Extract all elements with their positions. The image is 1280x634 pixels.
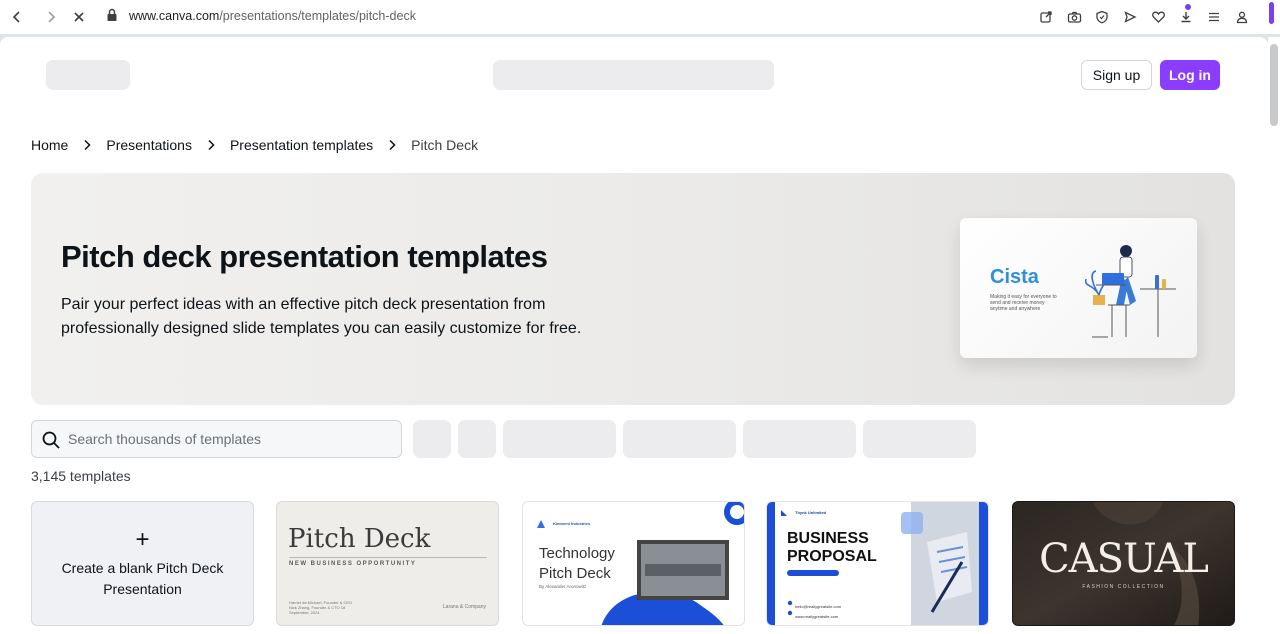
search-icon [41,430,61,455]
browser-toolbar: www.canva.com/presentations/templates/pi… [0,0,1280,34]
preview-brand: Cista [990,266,1039,288]
chevron-right-icon [373,139,411,151]
breadcrumb: Home Presentations Presentation template… [31,137,478,153]
stop-loading-icon[interactable] [69,7,89,27]
hero-banner: Pitch deck presentation templates Pair y… [31,173,1235,405]
breadcrumb-presentations[interactable]: Presentations [106,137,192,153]
sidebar-toggle[interactable] [1269,2,1274,24]
preview-tagline: Making it easy for everyone to send and … [990,294,1057,312]
scrollbar-thumb[interactable] [1270,44,1278,126]
send-icon[interactable] [1120,7,1140,27]
template-subtitle: FASHION COLLECTION [1082,584,1165,590]
page-title: Pitch deck presentation templates [61,239,548,274]
notification-dot-icon [1185,4,1191,10]
template-search-bar[interactable] [31,420,402,458]
profile-icon[interactable] [1232,7,1252,27]
template-pill [787,570,839,576]
template-title: Pitch Deck [288,524,431,554]
login-button[interactable]: Log in [1160,60,1220,90]
breadcrumb-presentation-templates[interactable]: Presentation templates [230,137,373,153]
hero-preview-slide: Cista Making it easy for everyone to sen… [960,218,1197,358]
filter-placeholder [623,420,736,458]
template-details: Harriet da Michael, Founder & CEO Nick Z… [289,600,353,615]
menu-icon[interactable] [1204,7,1224,27]
download-icon[interactable] [1176,7,1196,27]
template-contact: hello@reallygreatsite.com www.reallygreat… [795,604,842,619]
filter-placeholder [458,420,496,458]
template-company: Kimmeni Industries [553,521,591,526]
template-title: Technology Pitch Deck [539,545,615,582]
url-host: www.canva.com [129,9,220,23]
lock-icon[interactable] [106,8,118,27]
heart-icon[interactable] [1148,7,1168,27]
camera-icon[interactable] [1064,7,1084,27]
top-search-placeholder [493,60,774,90]
chevron-right-icon [192,139,230,151]
template-logo: Larana & Company [442,604,486,610]
template-card[interactable]: Pitch Deck NEW BUSINESS OPPORTUNITY Harr… [276,501,499,626]
template-company: Thynk Unlimited [795,510,827,515]
create-blank-card[interactable]: + Create a blank Pitch Deck Presentation [31,501,254,626]
breadcrumb-home[interactable]: Home [31,137,68,153]
hero-description: Pair your perfect ideas with an effectiv… [61,296,582,337]
template-card[interactable]: Kimmeni Industries Technology Pitch Deck … [522,501,745,626]
filter-placeholder [503,420,616,458]
create-blank-label: Create a blank Pitch Deck Presentation [61,559,224,597]
chevron-right-icon [68,139,106,151]
divider [289,557,487,558]
template-card[interactable]: CASUAL FASHION COLLECTION [1012,501,1235,626]
template-search-input[interactable] [68,428,388,450]
share-icon[interactable] [1036,7,1056,27]
shield-icon[interactable] [1092,7,1112,27]
forward-icon[interactable] [41,7,61,27]
logo-placeholder [46,60,130,90]
scrollbar-track[interactable] [1268,37,1280,634]
back-icon[interactable] [7,7,27,27]
address-bar[interactable]: www.canva.com/presentations/templates/pi… [129,9,416,23]
template-count: 3,145 templates [31,468,131,484]
page-content: Sign up Log in Home Presentations Presen… [0,37,1268,634]
breadcrumb-current: Pitch Deck [411,137,479,153]
template-subtitle: NEW BUSINESS OPPORTUNITY [289,561,417,567]
plus-icon: + [135,525,150,553]
template-title: CASUAL [1039,536,1209,582]
template-card[interactable]: Thynk Unlimited BUSINESS PROPOSAL hello@r… [766,501,989,626]
filter-placeholder [863,420,976,458]
filter-placeholder [413,420,451,458]
template-author: By Alexander Aronowitz [539,584,587,589]
signup-button[interactable]: Sign up [1081,60,1152,90]
url-path: /presentations/templates/pitch-deck [219,9,416,23]
woman-at-desk-illustration [1084,245,1176,338]
template-title: BUSINESS PROPOSAL [787,530,877,565]
filter-placeholder [743,420,856,458]
